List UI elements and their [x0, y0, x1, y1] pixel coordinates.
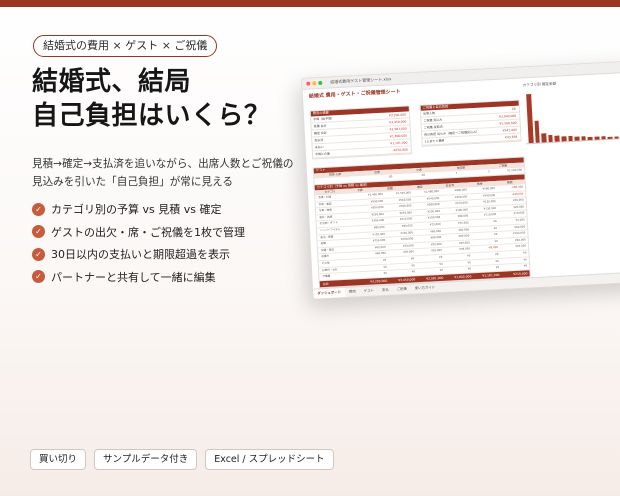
row-label: ご祝儀 受取済	[423, 124, 443, 130]
top-accent-bar	[0, 0, 620, 7]
feature-list: ✓ カテゴリ別の予算 vs 見積 vs 確定 ✓ ゲストの出欠・席・ご祝儀を1枚で管…	[32, 198, 245, 288]
description-line-2: 見込みを引いた「自己負担」が常に見える	[32, 176, 233, 188]
sheet-title: 結婚式 費用・ゲスト・ご祝儀管理シート	[308, 88, 401, 100]
check-icon: ✓	[32, 270, 45, 284]
category-table: カテゴリ別（予算 vs 見積 vs 確定） カテゴリ 予算 見積 確定 支払済 残金 差額 …	[313, 173, 531, 289]
sheet-tab[interactable]: ダッシュボード	[313, 287, 346, 299]
row-label: 見積 合計	[313, 123, 327, 129]
sheet-tab[interactable]: ご祝儀	[392, 285, 411, 295]
row-value: ¥2,981,000	[389, 126, 407, 132]
spreadsheet-preview: 結婚式費用ゲスト管理シート.xlsx 結婚式 費用・ゲスト・ご祝儀管理シート 費…	[301, 60, 620, 300]
close-dot-icon	[306, 81, 311, 86]
chart-bar	[607, 136, 613, 140]
chart-bar	[568, 136, 573, 142]
row-value: ¥1,800,000	[389, 133, 408, 139]
total-cell: ¥3,450,000	[398, 277, 416, 282]
row-value: ¥1,560,000	[499, 120, 517, 126]
chart-bar	[548, 134, 553, 143]
row-value: ¥2,040,000	[499, 113, 517, 119]
total-cell: ¥219,000	[513, 271, 528, 276]
chart-bar	[541, 132, 547, 143]
chart-bar	[601, 136, 606, 140]
window-titlebar: 結婚式費用ゲスト管理シート.xlsx	[302, 61, 620, 90]
feature-text: パートナーと共有して一緒に編集	[51, 270, 216, 284]
feature-text: カテゴリ別の予算 vs 見積 vs 確定	[51, 203, 222, 217]
sheet-tab[interactable]: 費用	[345, 287, 360, 297]
row-value: -¥250,000	[392, 147, 408, 153]
bottom-tags: 買い切り サンプルデータ付き Excel / スプレッドシート	[30, 449, 334, 470]
tag-sample-data: サンプルデータ付き	[94, 449, 198, 470]
window-title: 結婚式費用ゲスト管理シート.xlsx	[330, 76, 392, 85]
row-label: 確定 合計	[313, 130, 327, 136]
tag-one-time-purchase: 買い切り	[30, 449, 87, 470]
row-label: 未払い	[314, 144, 324, 150]
total-cell: ¥3,200,000	[370, 278, 388, 284]
chart-bar	[526, 93, 534, 144]
total-cell: ¥1,800,000	[454, 274, 472, 279]
row-value: ¥941,000	[502, 127, 518, 133]
sheet-tab[interactable]: ゲスト	[360, 286, 379, 296]
row-label: 1人あたり費用	[424, 138, 445, 144]
maximize-dot-icon	[318, 80, 323, 86]
row-label: 予算との差	[314, 151, 331, 157]
row-value: 68	[511, 106, 517, 111]
check-icon: ✓	[32, 202, 45, 216]
row-label: ご祝儀 見込み	[423, 117, 443, 123]
chart-bar	[587, 136, 593, 141]
feature-text: ゲストの出欠・席・ご祝儀を1枚で管理	[51, 225, 245, 239]
total-cell: ¥2,981,000	[426, 275, 444, 281]
headline-line-2: 自己負担はいくら？	[32, 101, 271, 131]
row-label: 支払済	[314, 137, 324, 143]
summary-block: 費用の概要 予算（総予算） ¥3,200,000 見積 合計 ¥3,450,000 確定…	[309, 105, 413, 160]
feature-item: ✓ カテゴリ別の予算 vs 見積 vs 確定	[32, 198, 245, 221]
row-value: ¥3,450,000	[389, 119, 407, 125]
check-icon: ✓	[32, 225, 45, 239]
row-label: 予算（総予算）	[313, 116, 335, 122]
row-value: ¥1,181,000	[390, 140, 408, 146]
category-bar-chart	[522, 83, 620, 145]
description: 見積→確定→支払済を追いながら、出席人数とご祝儀の 見込みを引いた「自己負担」が…	[32, 155, 312, 191]
feature-item: ✓ ゲストの出欠・席・ご祝儀を1枚で管理	[32, 221, 245, 244]
tag-excel-spreadsheet: Excel / スプレッドシート	[205, 449, 334, 470]
category-tag: 結婚式の費用 × ゲスト × ご祝儀	[33, 35, 218, 57]
spreadsheet-window: 結婚式費用ゲスト管理シート.xlsx 結婚式 費用・ゲスト・ご祝儀管理シート 費…	[301, 60, 620, 300]
chart-bar	[574, 136, 580, 141]
chart-bar	[561, 136, 567, 142]
headline-line-1: 結婚式、結局	[32, 67, 192, 97]
feature-item: ✓ パートナーと共有して一緒に編集	[32, 266, 245, 289]
sheet-tab[interactable]: 支払	[378, 285, 393, 295]
row-value: ¥43,838	[504, 134, 518, 140]
total-cell: ¥1,181,000	[482, 272, 500, 278]
chart-bar	[534, 120, 540, 143]
sheet-tab[interactable]: 使い方ガイド	[411, 283, 440, 293]
feature-item: ✓ 30日以内の支払いと期限超過を表示	[32, 243, 245, 266]
burden-block: ご祝儀と自己負担 出席人数 68 ご祝儀 見込み ¥2,040,000 ご祝儀 受取済 ¥…	[419, 99, 522, 147]
chart-bar	[594, 136, 600, 140]
row-label: 出席人数	[422, 111, 436, 116]
chart-bar	[554, 135, 560, 142]
minimize-dot-icon	[312, 81, 317, 86]
chart-bar	[581, 136, 586, 141]
chart-bar	[614, 136, 619, 139]
feature-text: 30日以内の支払いと期限超過を表示	[51, 248, 230, 262]
description-line-1: 見積→確定→支払済を追いながら、出席人数とご祝儀の	[32, 158, 294, 170]
row-value: ¥3,200,000	[388, 112, 407, 118]
check-icon: ✓	[32, 247, 45, 261]
headline: 結婚式、結局 自己負担はいくら？	[32, 65, 302, 133]
